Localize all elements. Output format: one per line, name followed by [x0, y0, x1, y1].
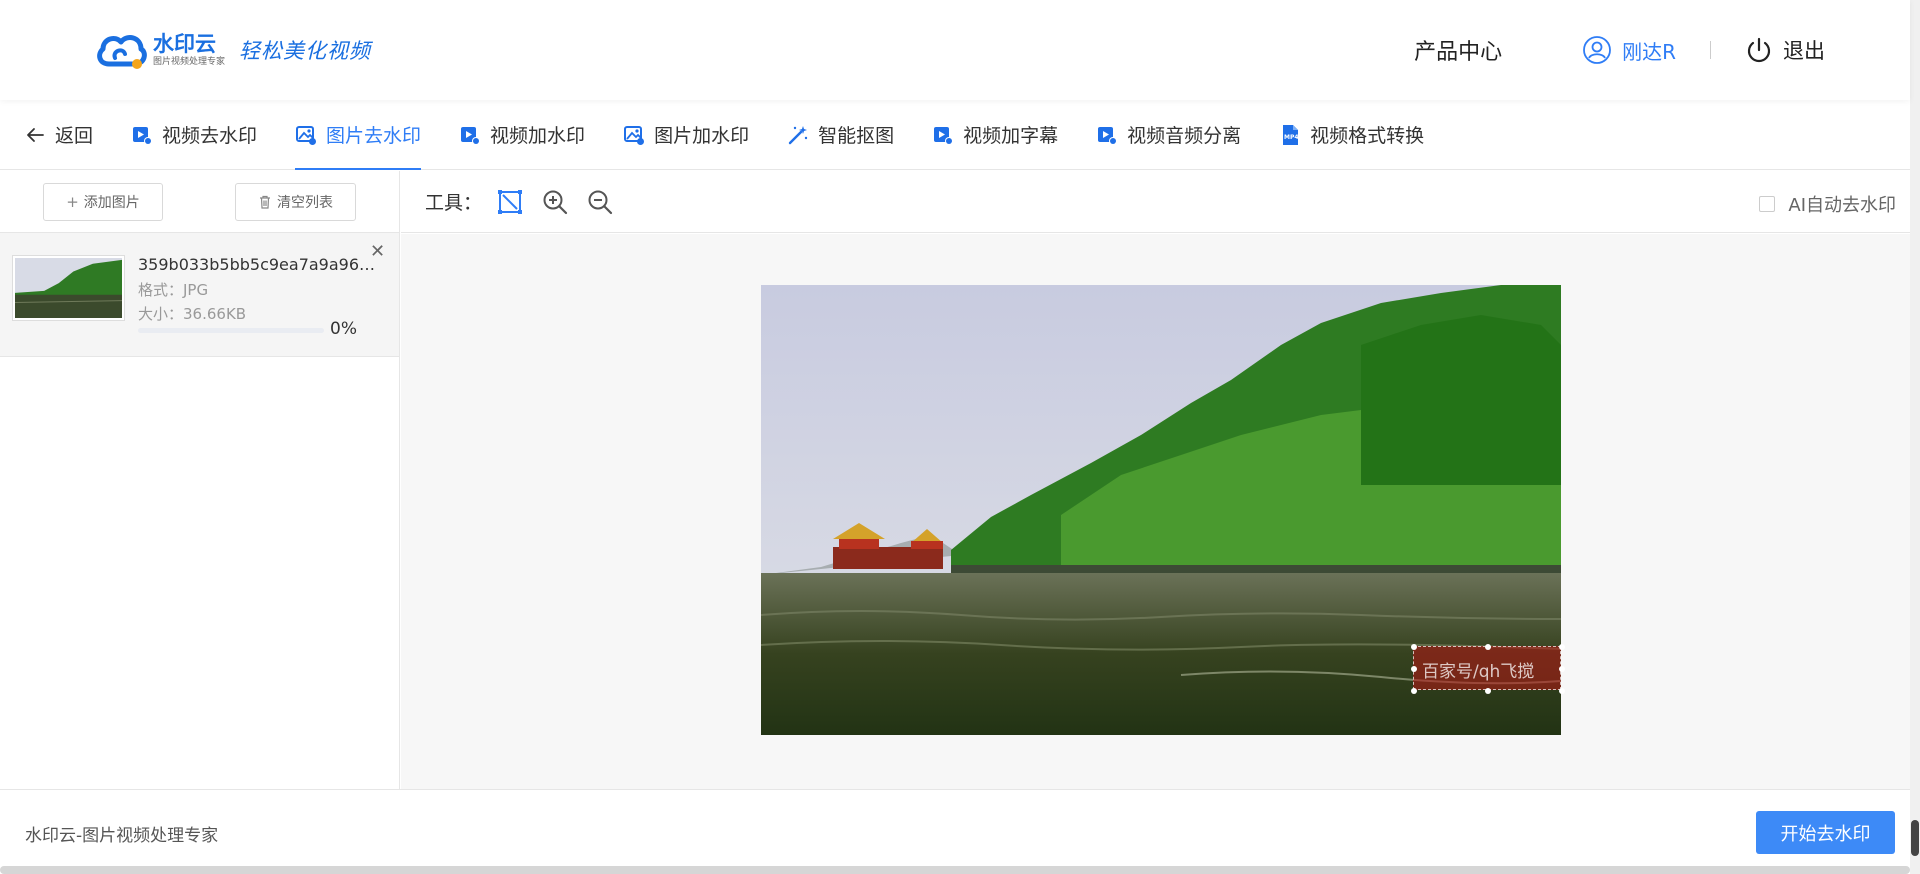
- tab-video-remove-watermark[interactable]: 视频去水印: [131, 100, 257, 170]
- ai-auto-remove-checkbox[interactable]: AI自动去水印: [1759, 191, 1896, 217]
- trash-icon: [260, 195, 270, 209]
- magic-wand-icon: [788, 125, 808, 144]
- logo-brand: 水印云: [153, 32, 216, 56]
- tab-video-audio-separate[interactable]: 视频音频分离: [1096, 100, 1241, 170]
- product-center-link[interactable]: 产品中心: [1414, 34, 1502, 66]
- footer-brand-text: 水印云-图片视频处理专家: [25, 826, 219, 846]
- vertical-scrollbar[interactable]: [1910, 0, 1920, 874]
- tab-video-add-subtitle[interactable]: 视频加字幕: [932, 100, 1058, 170]
- progress-text: 0%: [330, 319, 357, 339]
- file-list-toolbar: + 添加图片 清空列表: [0, 171, 399, 233]
- user-menu[interactable]: 刚达R: [1582, 35, 1676, 65]
- clear-list-button[interactable]: 清空列表: [235, 183, 356, 221]
- image-icon: [624, 125, 645, 145]
- add-image-button[interactable]: + 添加图片: [43, 183, 163, 221]
- tools-label: 工具：: [425, 192, 483, 214]
- resize-handle[interactable]: [1485, 688, 1491, 694]
- app-header: 水印云 图片视频处理专家 轻松美化视频 产品中心 刚达R 退出: [0, 0, 1910, 100]
- file-thumbnail: [12, 255, 125, 321]
- video-icon: [934, 126, 954, 145]
- resize-handle[interactable]: [1559, 666, 1565, 672]
- tool-tabs: 返回 视频去水印 图片去水印 视频加水印 图片加水印 智能抠图 视频加字幕 视频…: [0, 100, 1910, 170]
- editor-toolbar: 工具： AI自动去水印: [401, 171, 1910, 233]
- cloud-logo-icon: [97, 35, 147, 69]
- svg-text:MP4: MP4: [1284, 134, 1299, 141]
- user-name: 刚达R: [1622, 39, 1676, 64]
- select-area-tool[interactable]: [496, 188, 524, 216]
- image-canvas[interactable]: 百家号/qh飞搅: [401, 234, 1910, 789]
- file-name: 359b033b5bb5c9ea7a9a9622...: [138, 255, 383, 274]
- zoom-in-button[interactable]: [541, 188, 569, 216]
- zoom-out-icon: [588, 190, 613, 214]
- footer-bar: 水印云-图片视频处理专家 开始去水印: [0, 789, 1910, 866]
- remove-file-button[interactable]: ✕: [370, 241, 385, 262]
- logo-subtitle: 图片视频处理专家: [153, 57, 226, 67]
- user-avatar-icon: [1583, 36, 1611, 64]
- logo-slogan: 轻松美化视频: [239, 39, 372, 63]
- video-icon: [1098, 126, 1118, 145]
- close-icon: ✕: [370, 241, 386, 262]
- zoom-in-icon: [543, 190, 568, 214]
- power-icon: [1747, 37, 1771, 63]
- header-divider: [1710, 41, 1711, 59]
- resize-handle[interactable]: [1559, 644, 1565, 650]
- watermark-text: 百家号/qh飞搅: [1422, 662, 1535, 682]
- logo[interactable]: 水印云 图片视频处理专家 轻松美化视频: [95, 28, 371, 72]
- checkbox[interactable]: [1759, 196, 1776, 212]
- tab-image-remove-watermark[interactable]: 图片去水印: [295, 100, 422, 170]
- logout-label: 退出: [1783, 39, 1825, 63]
- vertical-scrollbar-thumb[interactable]: [1911, 820, 1919, 856]
- zoom-out-button[interactable]: [586, 188, 614, 216]
- resize-handle[interactable]: [1485, 644, 1491, 650]
- crop-select-icon: [498, 189, 523, 214]
- video-icon: [133, 126, 153, 145]
- progress-bar: [138, 328, 324, 333]
- list-item[interactable]: 359b033b5bb5c9ea7a9a9622... 格式：JPG 大小：36…: [0, 233, 399, 357]
- resize-handle[interactable]: [1411, 688, 1417, 694]
- mp4-file-icon: MP4: [1283, 124, 1299, 145]
- resize-handle[interactable]: [1411, 666, 1417, 672]
- arrow-left-icon: [27, 127, 44, 142]
- back-label: 返回: [55, 125, 94, 147]
- file-list-panel: + 添加图片 清空列表 359b033b5bb5c9ea7a9a9622... …: [0, 171, 400, 789]
- back-button[interactable]: 返回: [25, 100, 93, 170]
- tab-video-add-watermark[interactable]: 视频加水印: [459, 100, 585, 170]
- image-icon: [296, 125, 317, 145]
- ai-auto-label: AI自动去水印: [1788, 195, 1896, 216]
- resize-handle[interactable]: [1559, 688, 1565, 694]
- horizontal-scrollbar[interactable]: [0, 866, 1910, 874]
- plus-icon: +: [66, 193, 79, 211]
- file-size: 大小：36.66KB: [138, 305, 247, 323]
- tab-smart-cutout[interactable]: 智能抠图: [787, 100, 894, 170]
- watermark-selection-box[interactable]: 百家号/qh飞搅: [1411, 644, 1565, 694]
- tab-image-add-watermark[interactable]: 图片加水印: [623, 100, 749, 170]
- tab-video-format-convert[interactable]: MP4 视频格式转换: [1279, 100, 1424, 170]
- logout-button[interactable]: 退出: [1745, 35, 1825, 65]
- file-format: 格式：JPG: [138, 281, 209, 299]
- resize-handle[interactable]: [1411, 644, 1417, 650]
- start-remove-watermark-button[interactable]: 开始去水印: [1756, 811, 1895, 854]
- video-icon: [461, 126, 481, 145]
